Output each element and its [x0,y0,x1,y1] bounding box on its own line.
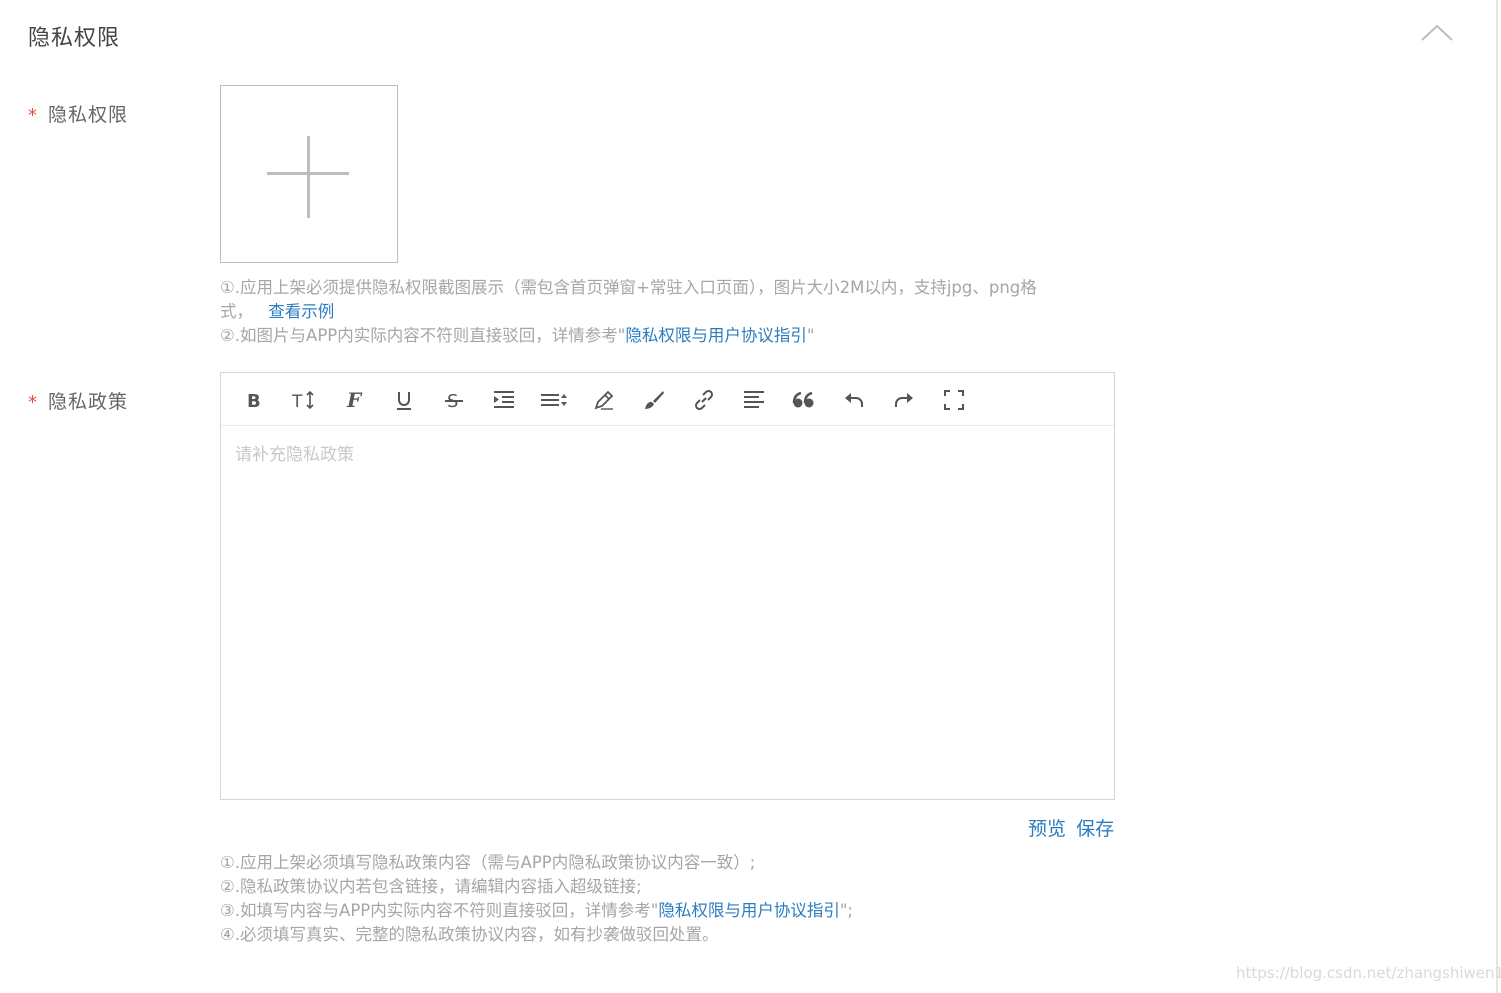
guide-link[interactable]: 隐私权限与用户协议指引 [658,901,840,920]
link-button[interactable] [689,385,719,415]
strikethrough-button[interactable]: S [439,385,469,415]
chevron-up-icon [1421,24,1453,41]
hint-text: " [806,326,815,345]
align-left-button[interactable] [739,385,769,415]
bold-icon: B [247,391,261,410]
hint-line: ③.如填写内容与APP内实际内容不符则直接驳回，详情参考"隐私权限与用户协议指引… [220,899,1120,923]
hint-text: ③.如填写内容与APP内实际内容不符则直接驳回，详情参考" [220,901,659,920]
strikethrough-icon: S [445,391,463,411]
align-left-icon [744,391,764,408]
fullscreen-button[interactable] [939,385,969,415]
hint-line: ④.必须填写真实、完整的隐私政策协议内容，如有抄袭做驳回处置。 [220,925,719,944]
font-family-button[interactable]: F [339,385,369,415]
hint-text: 式， [220,302,253,321]
privacy-policy-hint: ①.应用上架必须填写隐私政策内容（需与APP内隐私政策协议内容一致）; ②.隐私… [220,851,1120,947]
line-height-button[interactable] [539,385,569,415]
privacy-policy-label: * 隐私政策 [28,387,128,414]
section-title: 隐私权限 [28,26,121,51]
svg-text:B: B [247,391,261,410]
text-size-button[interactable]: T [289,385,319,415]
privacy-permission-label: * 隐私权限 [28,100,128,127]
screenshot-upload-button[interactable] [220,85,398,263]
editor-actions: 预览 保存 [1028,814,1114,841]
pen-icon [594,390,614,410]
privacy-permission-hint: ①.应用上架必须提供隐私权限截图展示（需包含首页弹窗+常驻入口页面），图片大小2… [220,276,1100,348]
pen-button[interactable] [589,385,619,415]
line-height-icon [541,394,567,406]
preview-button[interactable]: 预览 [1028,818,1066,840]
text-size-icon: T [291,390,314,411]
paint-brush-icon [645,391,664,409]
collapse-button[interactable] [1420,22,1454,42]
editor-toolbar: B T F S [221,373,1114,426]
link-icon [694,389,714,411]
hint-line: ①.应用上架必须填写隐私政策内容（需与APP内隐私政策协议内容一致）; [220,853,756,872]
rich-text-editor: B T F S 请补充隐私政策 [220,372,1115,800]
indent-button[interactable] [489,385,519,415]
underline-button[interactable] [389,385,419,415]
privacy-permission-label-text: 隐私权限 [48,104,129,126]
quote-icon [792,391,814,408]
hint-line: ②.隐私政策协议内若包含链接，请编辑内容插入超级链接; [220,877,642,896]
hint-line: ②.如图片与APP内实际内容不符则直接驳回，详情参考"隐私权限与用户协议指引" [220,324,1100,348]
fullscreen-icon [944,390,964,410]
svg-text:T: T [291,392,303,411]
hint-text: ②.如图片与APP内实际内容不符则直接驳回，详情参考" [220,326,626,345]
underline-icon [397,392,411,410]
watermark: https://blog.csdn.net/zhangshiwen11 [1236,964,1501,982]
privacy-policy-editor-input[interactable]: 请补充隐私政策 [221,426,1114,799]
undo-button[interactable] [839,385,869,415]
quote-button[interactable] [789,385,819,415]
guide-link[interactable]: 隐私权限与用户协议指引 [625,326,807,345]
bold-button[interactable]: B [239,385,269,415]
hint-text: "; [839,901,853,920]
required-mark: * [28,392,38,413]
undo-icon [845,393,863,407]
editor-placeholder: 请补充隐私政策 [235,445,354,465]
redo-button[interactable] [889,385,919,415]
hint-line: ①.应用上架必须提供隐私权限截图展示（需包含首页弹窗+常驻入口页面），图片大小2… [220,278,1037,297]
font-family-icon: F [346,389,363,411]
privacy-policy-label-text: 隐私政策 [48,391,129,413]
indent-icon [494,391,514,408]
svg-text:F: F [346,389,363,411]
save-button[interactable]: 保存 [1076,818,1114,840]
view-example-link[interactable]: 查看示例 [268,302,334,321]
hint-line: 式， 查看示例 [220,300,1100,324]
page-divider [1496,0,1498,993]
paint-brush-button[interactable] [639,385,669,415]
redo-icon [895,393,913,407]
required-mark: * [28,105,38,126]
